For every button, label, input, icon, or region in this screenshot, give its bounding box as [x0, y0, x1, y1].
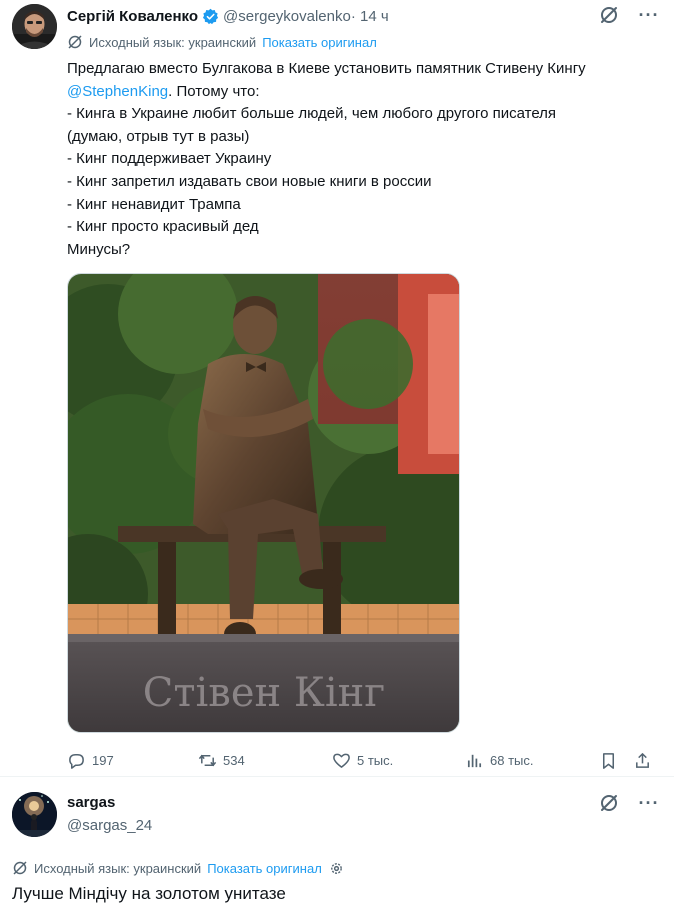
tweet-top-actions: ··· — [598, 4, 660, 26]
mention-link[interactable]: @StephenKing — [67, 83, 168, 100]
reply-button[interactable]: 197 — [67, 751, 114, 770]
text-line-mention: @StephenKing. Потому что: — [67, 81, 657, 104]
text-line: - Кинг запретил издавать свои новые книг… — [67, 172, 432, 190]
share-icon — [636, 752, 649, 768]
views-icon — [467, 754, 482, 767]
repost-count: 534 — [223, 752, 245, 768]
reply-author-avatar[interactable] — [12, 792, 57, 837]
text-line: - Кинга в Украине любит больше людей, че… — [67, 105, 557, 123]
author-handle[interactable]: @sergeykovalenko — [223, 8, 351, 25]
tweet-text: Предлагаю вместо Булгакова в Киеве устан… — [67, 58, 657, 261]
translate-icon — [68, 35, 82, 49]
views-count: 68 тыс. — [490, 752, 534, 768]
reply-top-actions: ··· — [598, 792, 660, 814]
text-line: Минусы? — [67, 240, 131, 258]
bookmark-icon — [602, 752, 615, 769]
more-icon[interactable]: ··· — [638, 792, 660, 814]
text-line: - Кинг поддерживает Украину — [67, 150, 272, 168]
like-count: 5 тыс. — [357, 752, 394, 768]
text-line: - Кинг просто красивый дед — [67, 218, 259, 236]
reply-text: Лучше Міндічу на золотом унитазе — [12, 884, 286, 903]
repost-button[interactable]: 534 — [198, 751, 245, 770]
gear-icon[interactable] — [329, 861, 344, 876]
like-button[interactable]: 5 тыс. — [332, 751, 393, 770]
text-line: - Кинг ненавидит Трампа — [67, 195, 241, 213]
text-line: Предлагаю вместо Булгакова в Киеве устан… — [67, 60, 586, 77]
views-button[interactable]: 68 тыс. — [465, 751, 533, 770]
show-original-link[interactable]: Показать оригинал — [262, 35, 377, 50]
translation-label: Исходный язык: украинский — [34, 860, 202, 876]
bookmark-button[interactable] — [599, 751, 624, 770]
repost-icon — [198, 754, 217, 766]
translation-label: Исходный язык: украинский — [89, 34, 257, 50]
grok-icon[interactable] — [598, 4, 620, 26]
reply-count: 197 — [92, 752, 114, 768]
grok-icon[interactable] — [598, 792, 620, 814]
reply-translation-bar: Исходный язык: украинский Показать ориги… — [12, 860, 344, 876]
show-original-link[interactable]: Показать оригинал — [207, 861, 322, 876]
author-avatar[interactable] — [12, 4, 57, 49]
like-icon — [333, 753, 350, 768]
action-bar: 197 534 5 тыс. 68 тыс. — [67, 748, 657, 772]
author-name[interactable]: Сергій Коваленко — [67, 8, 198, 25]
text-fragment: . Потому что: — [168, 82, 260, 100]
reply-author-name[interactable]: sargas — [67, 794, 115, 811]
text-line: (думаю, отрыв тут в разы) — [67, 127, 250, 145]
verified-badge-icon — [202, 8, 219, 24]
translate-icon — [13, 861, 27, 875]
reply-icon — [69, 753, 84, 769]
reply-author-handle[interactable]: @sargas_24 — [67, 817, 152, 834]
translation-bar: Исходный язык: украинский Показать ориги… — [67, 34, 377, 50]
tweet-header: Сергій Коваленко @sergeykovalenko · 14 ч — [67, 6, 389, 26]
post-time[interactable]: · 14 ч — [351, 8, 389, 25]
more-icon[interactable]: ··· — [638, 4, 660, 26]
statue-inscription: Стівен Кінг — [143, 670, 385, 716]
share-button[interactable] — [633, 751, 658, 770]
post-image[interactable]: Стівен Кінг — [67, 273, 460, 733]
tweet[interactable]: Сергій Коваленко @sergeykovalenko · 14 ч… — [0, 0, 674, 776]
